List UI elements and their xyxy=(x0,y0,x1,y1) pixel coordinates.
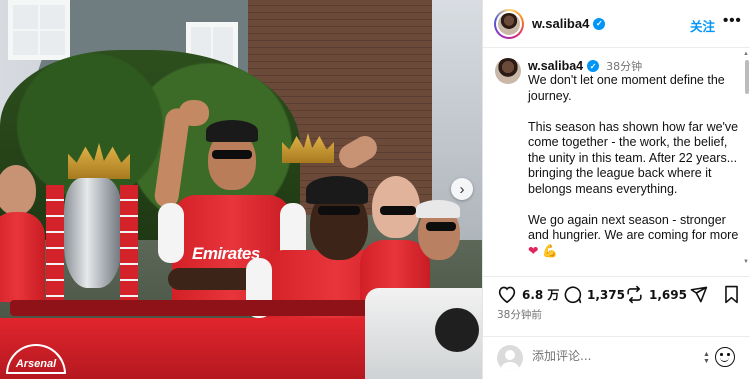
caption-username[interactable]: w.saliba4 xyxy=(528,59,583,73)
avatar-story-ring[interactable] xyxy=(494,9,524,39)
post-timestamp: 38分钟前 xyxy=(497,309,542,321)
current-user-avatar xyxy=(497,345,523,371)
repost-icon xyxy=(627,285,642,304)
bookmark-icon xyxy=(725,285,738,304)
next-photo-button[interactable]: › xyxy=(451,178,473,200)
heart-emoji-icon: ❤ xyxy=(528,243,539,258)
caption-header: w.saliba4 ✓ 38分钟 xyxy=(528,58,642,74)
chevron-right-icon: › xyxy=(459,180,465,198)
scrollbar-thumb[interactable] xyxy=(745,60,749,94)
repost-button[interactable]: 1,695 xyxy=(625,285,687,304)
scroll-down-icon[interactable]: ▼ xyxy=(743,259,749,265)
heart-icon xyxy=(498,286,516,303)
action-bar: 6.8 万 1,375 1,695 xyxy=(483,276,750,310)
scroll-up-icon[interactable]: ▲ xyxy=(743,51,749,57)
comment-bar: ▲▼ xyxy=(483,336,750,379)
follow-button[interactable]: 关注 xyxy=(690,16,715,35)
caption-paragraph: We go again next season - stronger and h… xyxy=(528,213,740,260)
caption-area: w.saliba4 ✓ 38分钟 We don't let one moment… xyxy=(483,49,750,269)
camera-rig xyxy=(365,288,482,379)
comment-input[interactable] xyxy=(532,349,692,363)
caption-paragraph: We don't let one moment define the journ… xyxy=(528,73,725,103)
send-icon xyxy=(690,286,708,303)
caption-text: We don't let one moment define the journ… xyxy=(528,73,740,269)
header-username-link[interactable]: w.saliba4 ✓ xyxy=(532,16,606,31)
more-options-icon[interactable]: ••• xyxy=(723,12,742,29)
verified-badge-icon: ✓ xyxy=(593,17,606,30)
caption-time: 38分钟 xyxy=(606,60,643,73)
flexed-arm-emoji-icon: 💪 xyxy=(541,243,558,258)
verified-badge-icon: ✓ xyxy=(587,60,600,72)
avatar xyxy=(498,13,520,35)
expand-collapse-icon[interactable]: ▲ ▼ xyxy=(703,351,710,365)
comment-count: 1,375 xyxy=(587,287,625,302)
repost-count: 1,695 xyxy=(649,287,687,302)
like-button[interactable]: 6.8 万 xyxy=(497,285,559,303)
save-button[interactable] xyxy=(723,285,740,304)
username: w.saliba4 xyxy=(532,16,590,31)
like-count: 6.8 万 xyxy=(522,287,560,302)
emoji-picker-icon[interactable] xyxy=(715,347,735,367)
caption-avatar[interactable] xyxy=(495,58,521,84)
comment-button[interactable]: 1,375 xyxy=(563,285,625,304)
post-photo[interactable]: Emirates Arsenal › xyxy=(0,0,482,379)
window xyxy=(8,0,70,60)
caption-paragraph-text: We go again next season - stronger and h… xyxy=(528,212,739,243)
share-button[interactable] xyxy=(689,285,708,304)
caption-paragraph: This season has shown how far we've come… xyxy=(528,119,739,196)
comment-icon xyxy=(564,286,582,304)
post-sidebar: w.saliba4 ✓ 关注 ••• w.saliba4 ✓ 38分钟 We d… xyxy=(482,0,750,379)
post-header: w.saliba4 ✓ 关注 ••• xyxy=(483,0,750,48)
